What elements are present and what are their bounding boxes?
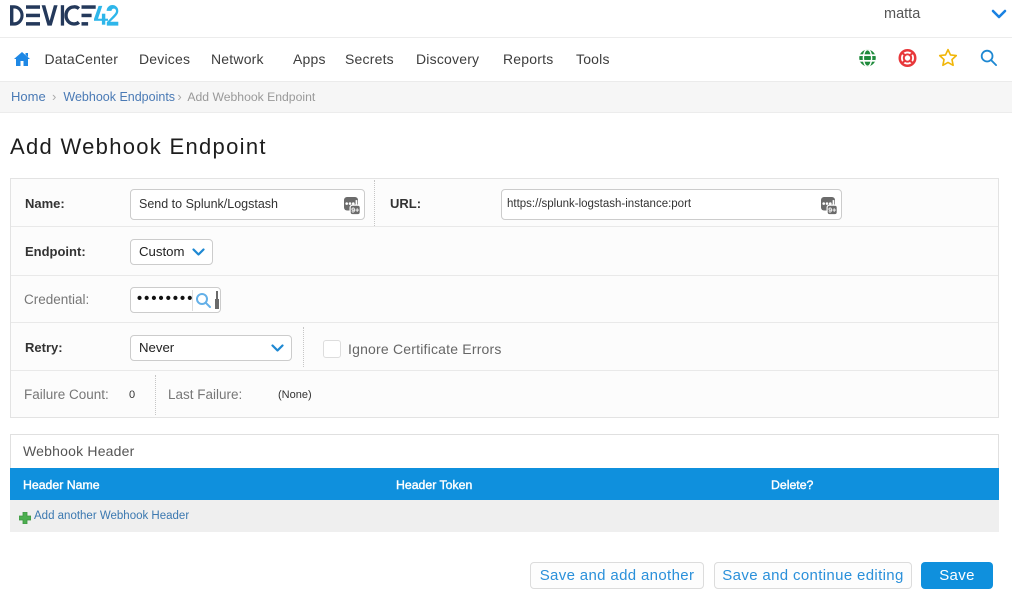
svg-text:9+: 9+: [351, 208, 359, 215]
svg-text:9+: 9+: [828, 208, 836, 215]
